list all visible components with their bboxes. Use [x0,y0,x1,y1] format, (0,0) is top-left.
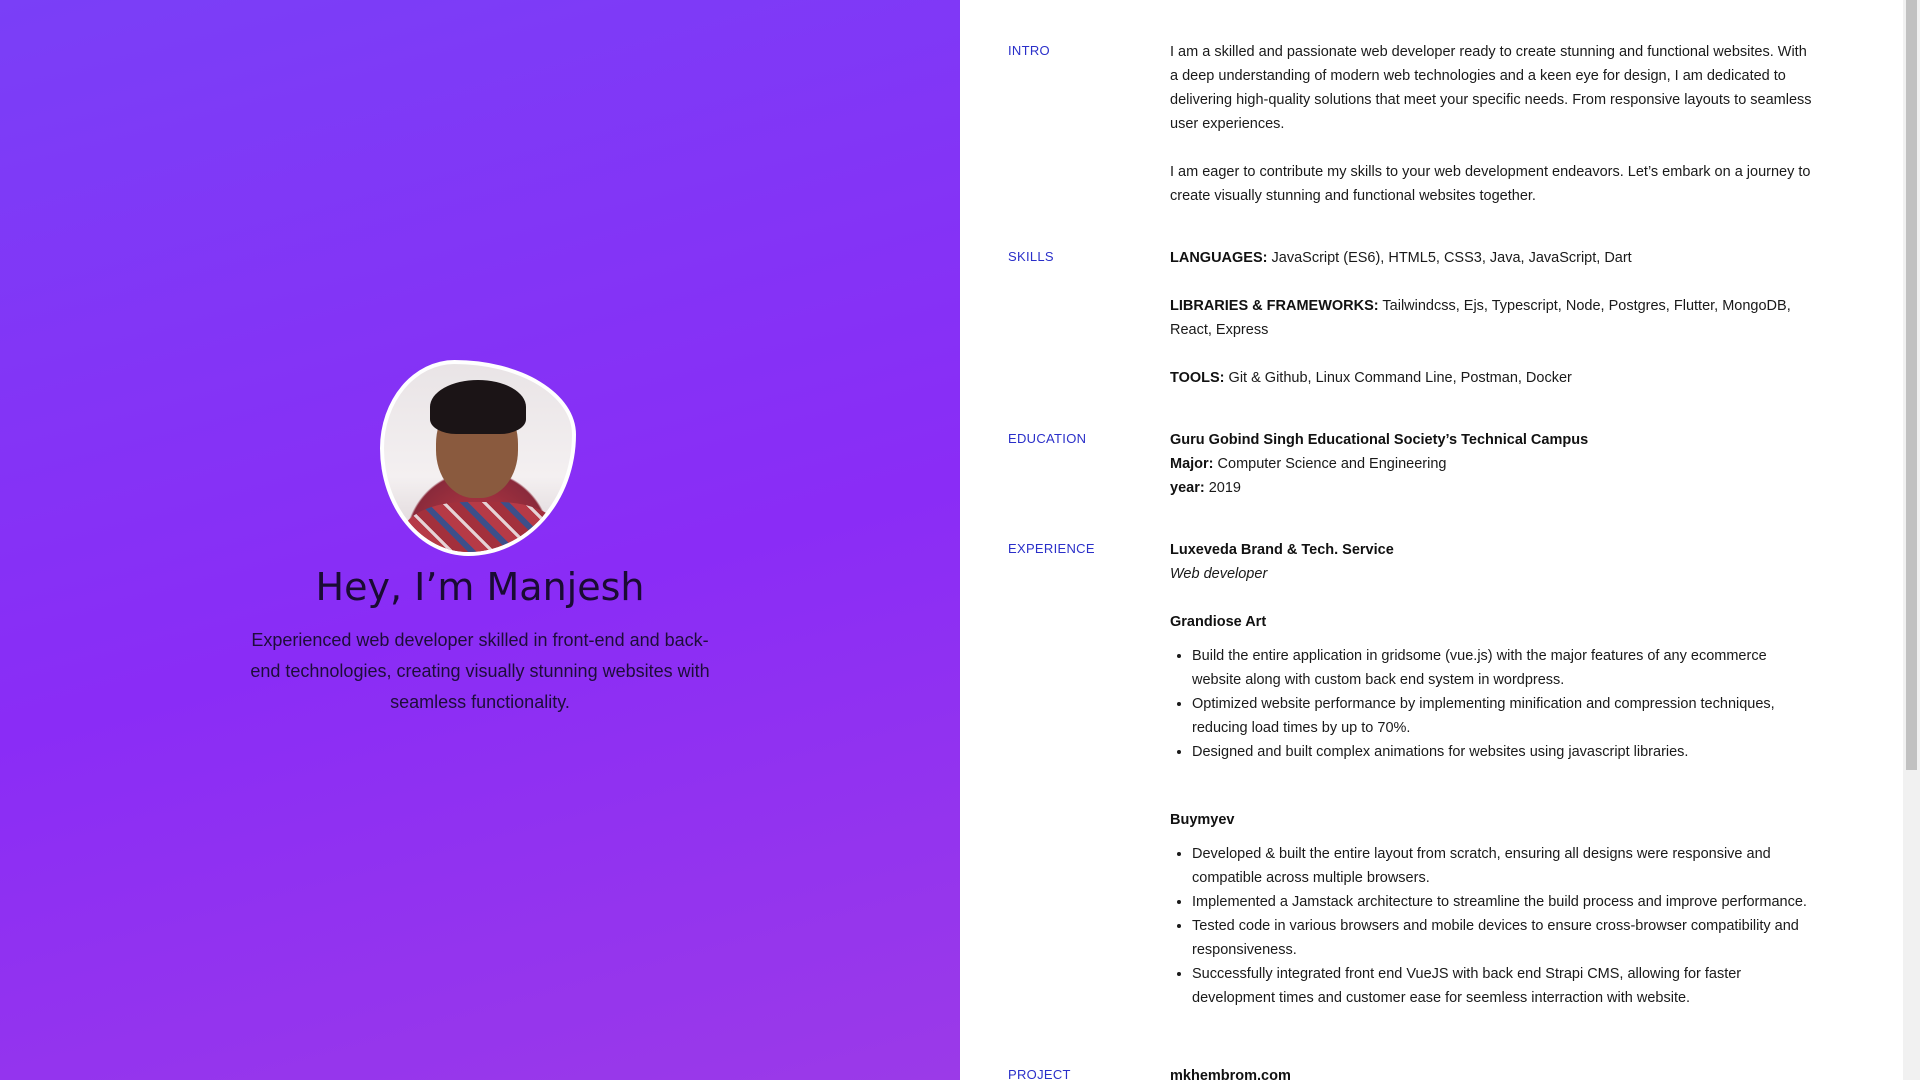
hero-title: Hey, I’m Manjesh [315,565,645,609]
section-label-skills: SKILLS [1008,249,1054,264]
profile-photo [380,360,576,556]
list-item: Successfully integrated front end VueJS … [1192,962,1818,1010]
job-bullets: Developed & built the entire layout from… [1170,842,1818,1010]
section-label-intro: INTRO [1008,43,1050,58]
experience-job: Buymyev Developed & built the entire lay… [1170,808,1818,1010]
skill-languages: LANGUAGES: JavaScript (ES6), HTML5, CSS3… [1170,246,1818,270]
list-item: Optimized website performance by impleme… [1192,692,1818,740]
skill-frameworks: LIBRARIES & FRAMEWORKS: Tailwindcss, Ejs… [1170,294,1818,342]
year-key: year: [1170,480,1205,496]
section-education: EDUCATION Guru Gobind Singh Educational … [1008,428,1818,500]
education-major: Major: Computer Science and Engineering [1170,452,1818,476]
major-value: Computer Science and Engineering [1213,456,1447,472]
project-link[interactable]: mkhembrom.com [1170,1064,1818,1080]
education-body: Guru Gobind Singh Educational Society’s … [1170,428,1818,500]
experience-company: Luxeveda Brand & Tech. Service [1170,542,1394,558]
section-project: PROJECT mkhembrom.com [1008,1064,1818,1080]
skills-body: LANGUAGES: JavaScript (ES6), HTML5, CSS3… [1170,246,1818,390]
list-item: Developed & built the entire layout from… [1192,842,1818,890]
scrollbar-thumb[interactable] [1906,0,1917,770]
list-item: Tested code in various browsers and mobi… [1192,914,1818,962]
section-skills: SKILLS LANGUAGES: JavaScript (ES6), HTML… [1008,246,1818,390]
skill-key: LIBRARIES & FRAMEWORKS: [1170,298,1379,314]
section-label-experience: EXPERIENCE [1008,541,1095,556]
experience-body: Luxeveda Brand & Tech. Service Web devel… [1170,538,1818,1026]
education-year: year: 2019 [1170,476,1818,500]
intro-body: I am a skilled and passionate web develo… [1170,40,1818,208]
section-label-education: EDUCATION [1008,431,1087,446]
page: Hey, I’m Manjesh Experienced web develop… [0,0,1920,1080]
hero-subtitle: Experienced web developer skilled in fro… [250,630,710,712]
skill-value: Git & Github, Linux Command Line, Postma… [1224,370,1572,386]
skill-value: JavaScript (ES6), HTML5, CSS3, Java, Jav… [1267,250,1632,266]
job-bullets: Build the entire application in gridsome… [1170,644,1818,764]
skill-key: TOOLS: [1170,370,1225,386]
section-label-project: PROJECT [1008,1067,1071,1080]
list-item: Build the entire application in gridsome… [1192,644,1818,692]
resume-content: INTRO I am a skilled and passionate web … [1008,40,1818,1080]
scrollbar[interactable] [1903,0,1920,1080]
job-company: Buymyev [1170,812,1235,828]
major-key: Major: [1170,456,1214,472]
list-item: Designed and built complex animations fo… [1192,740,1818,764]
skill-tools: TOOLS: Git & Github, Linux Command Line,… [1170,366,1818,390]
avatar [380,360,580,560]
list-item: Implemented a Jamstack architecture to s… [1192,890,1818,914]
intro-paragraph: I am eager to contribute my skills to yo… [1170,164,1811,204]
experience-job: Grandiose Art Build the entire applicati… [1170,610,1818,764]
project-body: mkhembrom.com [1170,1064,1818,1080]
skill-key: LANGUAGES: [1170,250,1268,266]
job-company: Grandiose Art [1170,614,1267,630]
section-experience: EXPERIENCE Luxeveda Brand & Tech. Servic… [1008,538,1818,1026]
year-value: 2019 [1204,480,1241,496]
experience-role: Web developer [1170,566,1268,582]
intro-paragraph: I am a skilled and passionate web develo… [1170,44,1812,132]
resume-panel[interactable]: INTRO I am a skilled and passionate web … [960,0,1920,1080]
hero-panel: Hey, I’m Manjesh Experienced web develop… [0,0,960,1080]
section-intro: INTRO I am a skilled and passionate web … [1008,40,1818,208]
education-school: Guru Gobind Singh Educational Society’s … [1170,432,1589,448]
